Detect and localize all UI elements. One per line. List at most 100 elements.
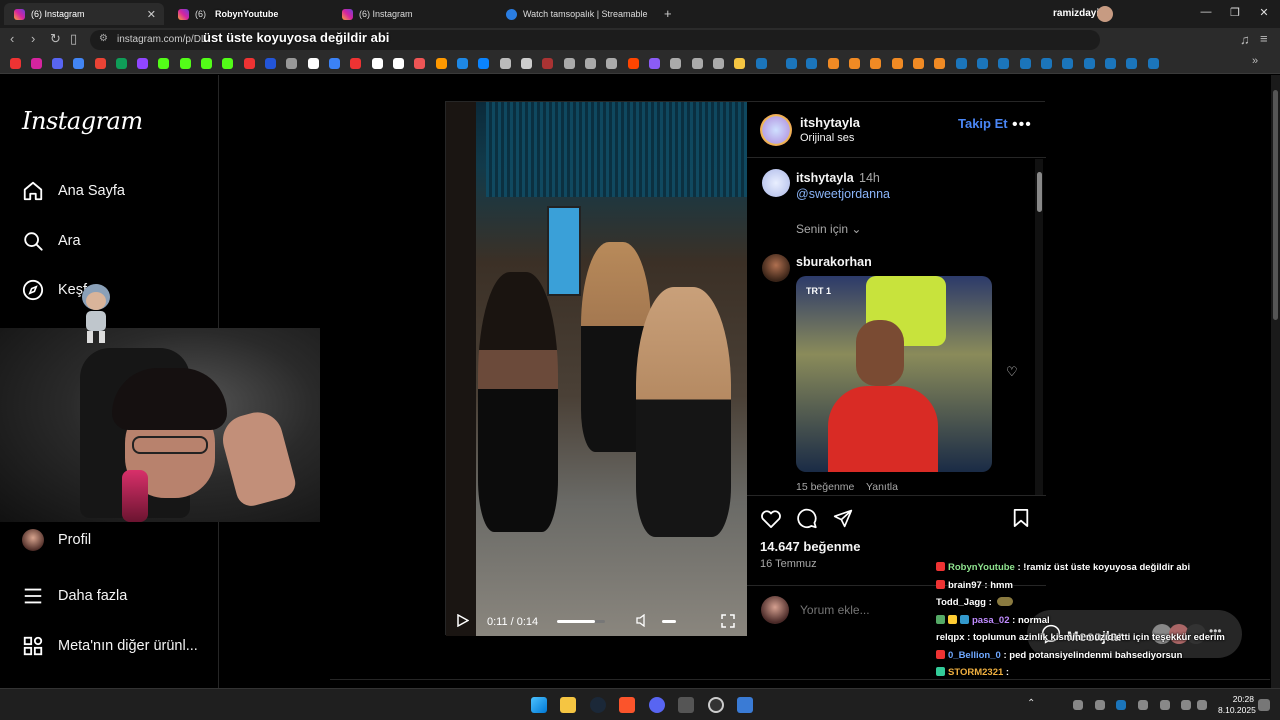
bookmark-steam-icon[interactable] [1062, 58, 1073, 69]
reload-icon[interactable]: ↻ [50, 31, 61, 47]
bookmark-folder-icon[interactable] [734, 58, 745, 69]
reel-video[interactable]: 0:11 / 0:14 [446, 102, 747, 636]
tab-streamable[interactable]: Watch tamsopalık | Streamable [496, 3, 660, 25]
tray-icon[interactable] [1095, 700, 1105, 710]
sidebar-item-home[interactable]: Ana Sayfa [22, 177, 125, 205]
bookmark-icon[interactable] [892, 58, 903, 69]
more-bookmarks-icon[interactable]: » [1252, 55, 1258, 67]
bookmark-steam-icon[interactable] [1126, 58, 1137, 69]
bookmark-icon[interactable] [649, 58, 660, 69]
sidebar-item-more[interactable]: Daha fazla [22, 582, 127, 610]
instagram-logo[interactable]: Instagram [22, 107, 143, 135]
bookmark-icon[interactable] [849, 58, 860, 69]
bookmark-icon[interactable] [286, 58, 297, 69]
tab-instagram-active[interactable]: (6) Instagram ✕ [4, 3, 164, 25]
discord-icon[interactable] [649, 697, 665, 713]
bookmark-icon[interactable] [585, 58, 596, 69]
close-tab-icon[interactable]: ✕ [147, 8, 156, 21]
page-scrollbar-thumb[interactable] [1273, 90, 1278, 320]
bookmark-steam-icon[interactable] [1020, 58, 1031, 69]
steam-icon[interactable] [590, 697, 606, 713]
bookmark-icon[interactable] [350, 58, 361, 69]
caption-username[interactable]: itshytayla [796, 171, 854, 185]
bookmark-steam-icon[interactable] [977, 58, 988, 69]
new-tab-button[interactable]: + [664, 6, 672, 21]
sidebar-item-search[interactable]: Ara [22, 227, 81, 255]
app-icon[interactable] [737, 697, 753, 713]
browser-menu-icon[interactable]: ≡ [1260, 31, 1268, 46]
like-count[interactable]: 14.647 beğenme [760, 539, 860, 554]
obs-icon[interactable] [708, 697, 724, 713]
tray-steam-icon[interactable] [1116, 700, 1126, 710]
bookmark-drive-icon[interactable] [116, 58, 127, 69]
bookmark-icon[interactable] [393, 58, 404, 69]
author-avatar[interactable] [760, 114, 792, 146]
tray-overflow-icon[interactable]: ⌃ [1027, 698, 1035, 709]
bookmark-steam-icon[interactable] [998, 58, 1009, 69]
caption-mention[interactable]: @sweetjordanna [796, 187, 890, 201]
bookmark-icon[interactable] [478, 58, 489, 69]
tray-icon[interactable] [1073, 700, 1083, 710]
bookmark-icon[interactable]: ▯ [70, 31, 77, 47]
file-explorer-icon[interactable] [560, 697, 576, 713]
bookmark-icon[interactable] [500, 58, 511, 69]
bookmark-icon[interactable] [244, 58, 255, 69]
caption-author-avatar[interactable] [762, 169, 790, 197]
bookmark-icon[interactable] [913, 58, 924, 69]
bookmark-steam-icon[interactable] [806, 58, 817, 69]
site-settings-icon[interactable]: ⚙ [99, 33, 108, 44]
comment-input[interactable] [800, 603, 940, 617]
fullscreen-icon[interactable] [721, 614, 735, 628]
bookmark-icon[interactable] [52, 58, 63, 69]
bookmark-icon[interactable] [436, 58, 447, 69]
tab-instagram-3[interactable]: (6) Instagram [332, 3, 492, 25]
minimize-button[interactable]: — [1196, 6, 1216, 18]
commenter-username[interactable]: sburakorhan [796, 255, 872, 269]
more-options-icon[interactable]: ••• [1012, 116, 1032, 134]
bookmark-kick-icon[interactable] [201, 58, 212, 69]
bookmark-icon[interactable] [934, 58, 945, 69]
tray-display-icon[interactable] [1181, 700, 1191, 710]
bookmark-icon[interactable] [521, 58, 532, 69]
video-progress-bar[interactable] [557, 620, 605, 623]
close-window-button[interactable]: ✕ [1254, 6, 1274, 19]
comment-like-heart-icon[interactable]: ♡ [1006, 364, 1018, 380]
browser-profile-avatar[interactable] [1097, 6, 1113, 22]
sidebar-item-profile[interactable]: Profil [22, 526, 91, 554]
media-icon[interactable]: ♫ [1240, 32, 1250, 47]
back-icon[interactable]: ‹ [10, 31, 14, 46]
volume-icon[interactable] [636, 614, 648, 627]
bookmark-icon[interactable] [222, 58, 233, 69]
bookmark-steam-icon[interactable] [1105, 58, 1116, 69]
volume-slider[interactable] [662, 620, 676, 623]
comments-scroll-thumb[interactable] [1037, 172, 1042, 212]
bookmark-steam-icon[interactable] [1148, 58, 1159, 69]
comment-likes[interactable]: 15 beğenme [796, 481, 854, 493]
play-icon[interactable] [457, 614, 469, 627]
bookmark-kick-icon[interactable] [180, 58, 191, 69]
bookmark-steam-icon[interactable] [786, 58, 797, 69]
bookmark-instagram-icon[interactable] [31, 58, 42, 69]
share-icon[interactable] [833, 508, 853, 528]
bookmark-icon[interactable] [265, 58, 276, 69]
bookmark-reddit-icon[interactable] [628, 58, 639, 69]
bookmark-steam-icon[interactable] [756, 58, 767, 69]
notification-icon[interactable] [1258, 699, 1270, 711]
bookmark-kick-icon[interactable] [158, 58, 169, 69]
tray-speaker-icon[interactable] [1197, 700, 1207, 710]
taskbar-clock[interactable]: 20:28 8.10.2025 [1218, 694, 1256, 716]
maximize-button[interactable]: ❐ [1225, 6, 1245, 19]
bookmark-icon[interactable] [713, 58, 724, 69]
forward-icon[interactable]: › [31, 31, 35, 46]
comment-sort-dropdown[interactable]: Senin için ⌄ [796, 222, 861, 236]
bookmark-icon[interactable] [542, 58, 553, 69]
commenter-avatar[interactable] [762, 254, 790, 282]
comment-icon[interactable] [796, 508, 818, 529]
bookmark-icon[interactable] [372, 58, 383, 69]
bookmark-icon[interactable] [828, 58, 839, 69]
bookmark-gmail-icon[interactable] [95, 58, 106, 69]
bookmark-icon[interactable] [329, 58, 340, 69]
bookmark-youtube-icon[interactable] [10, 58, 21, 69]
app-icon[interactable] [678, 697, 694, 713]
save-bookmark-icon[interactable] [1012, 508, 1030, 528]
